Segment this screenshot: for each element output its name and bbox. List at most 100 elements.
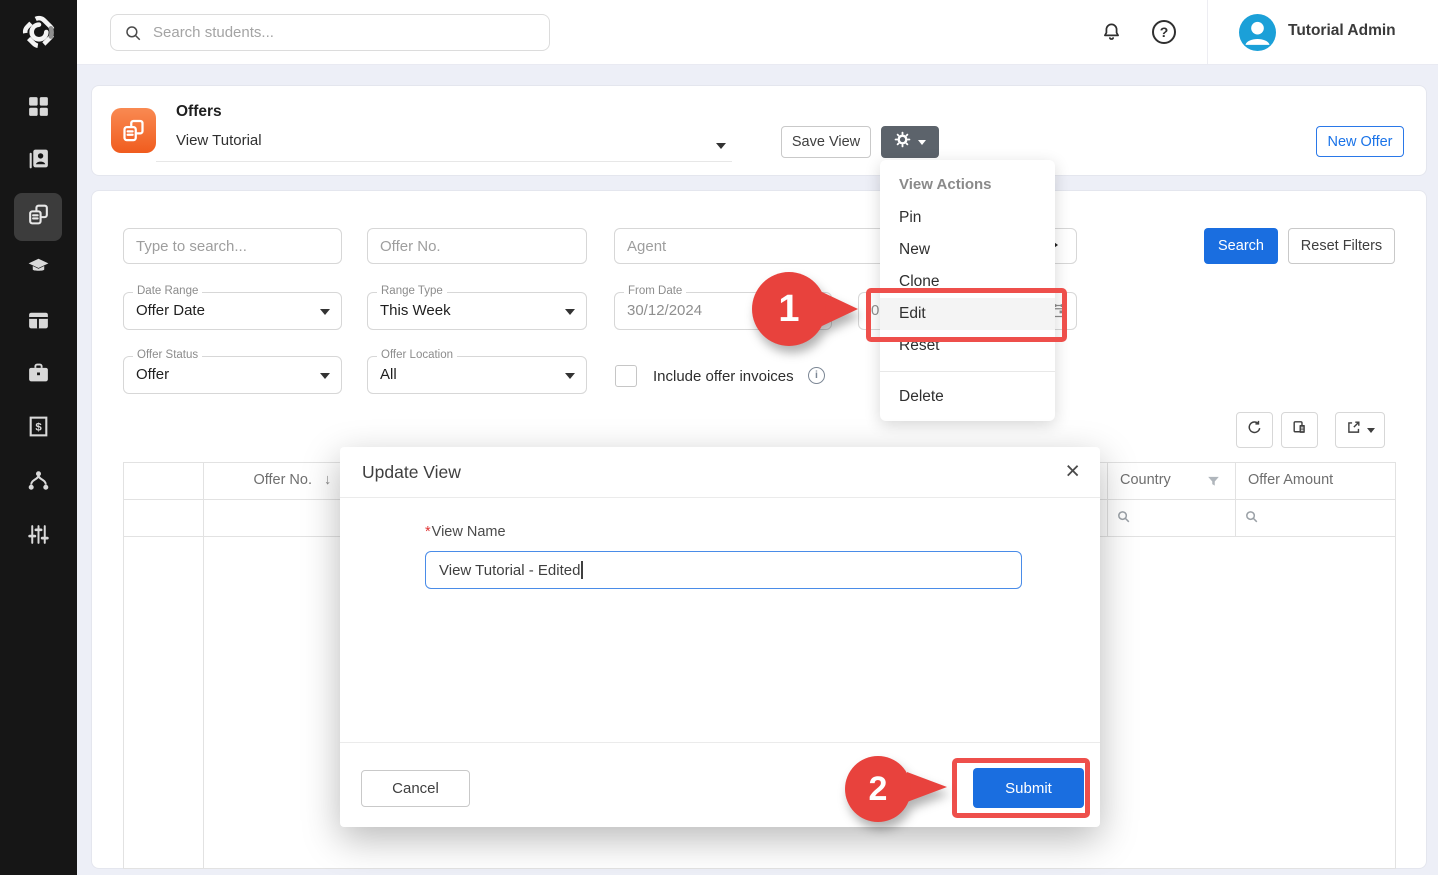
sidebar-item-jobs[interactable] — [14, 351, 62, 399]
search-button[interactable]: Search — [1204, 228, 1278, 264]
avatar[interactable] — [1239, 14, 1276, 51]
view-selector[interactable]: View Tutorial — [176, 132, 262, 149]
info-icon[interactable]: i — [808, 367, 825, 384]
step2-pointer: 2 — [845, 752, 951, 826]
copy-columns-button[interactable] — [1281, 412, 1318, 448]
step2-highlight-box — [952, 758, 1090, 818]
view-actions-button[interactable] — [881, 126, 939, 158]
refresh-button[interactable] — [1236, 412, 1273, 448]
offer-location-value: All — [380, 366, 397, 383]
range-type-select[interactable]: Range Type This Week — [367, 292, 587, 330]
page-title: Offers — [176, 103, 222, 121]
app-root: $ ? Tutorial Admin Offers Vie — [0, 0, 1438, 875]
invoice-icon: $ — [26, 414, 51, 444]
offers-module-icon — [111, 108, 156, 153]
date-range-select[interactable]: Date Range Offer Date — [123, 292, 342, 330]
save-view-button[interactable]: Save View — [781, 126, 871, 158]
chevron-down-icon[interactable] — [716, 143, 726, 149]
from-date-value: 30/12/2024 — [627, 302, 702, 319]
include-invoices-label: Include offer invoices — [653, 368, 794, 385]
offer-location-select[interactable]: Offer Location All — [367, 356, 587, 394]
keyword-search-input[interactable] — [123, 228, 342, 264]
app-logo[interactable] — [17, 10, 61, 54]
step1-highlight-box — [866, 288, 1067, 342]
pointer-tail — [822, 292, 858, 326]
pointer-tail — [907, 772, 947, 802]
date-range-label: Date Range — [133, 285, 202, 297]
menu-item-delete[interactable]: Delete — [880, 381, 1055, 413]
cancel-button[interactable]: Cancel — [361, 770, 470, 807]
required-asterisk: * — [425, 524, 431, 540]
filter-funnel-icon[interactable] — [1206, 474, 1221, 494]
dashboard-icon — [26, 94, 51, 124]
offer-status-value: Offer — [136, 366, 169, 383]
offer-status-select[interactable]: Offer Status Offer — [123, 356, 342, 394]
view-name-value: View Tutorial - Edited — [439, 562, 580, 579]
include-invoices-checkbox[interactable] — [615, 365, 637, 387]
view-name-input[interactable]: View Tutorial - Edited — [425, 551, 1022, 589]
topbar: ? Tutorial Admin — [77, 0, 1438, 65]
export-icon — [1345, 419, 1362, 441]
offer-no-input[interactable] — [367, 228, 587, 264]
chevron-down-icon — [565, 309, 575, 315]
text-cursor — [581, 561, 583, 579]
chevron-down-icon — [1367, 428, 1375, 433]
offer-location-label: Offer Location — [377, 349, 457, 361]
layout-icon — [26, 308, 51, 338]
sidebar-item-board[interactable] — [14, 299, 62, 347]
menu-header: View Actions — [880, 168, 1055, 202]
sidebar-item-network[interactable] — [14, 459, 62, 507]
students-icon — [26, 146, 51, 176]
reset-filters-button[interactable]: Reset Filters — [1288, 228, 1395, 264]
range-type-value: This Week — [380, 302, 451, 319]
table-col-border — [1107, 463, 1108, 536]
sliders-icon — [26, 522, 51, 552]
gear-icon — [894, 131, 911, 153]
column-header-offer-amount[interactable]: Offer Amount — [1248, 472, 1333, 488]
menu-item-new[interactable]: New — [880, 234, 1055, 266]
from-date-label: From Date — [624, 285, 686, 297]
sort-descending-icon[interactable]: ↓ — [324, 472, 331, 488]
column-search-icon[interactable] — [1116, 509, 1131, 524]
graduation-cap-icon — [26, 254, 51, 284]
column-header-country[interactable]: Country — [1120, 472, 1171, 488]
export-button[interactable] — [1335, 412, 1385, 448]
search-input[interactable] — [151, 15, 541, 50]
modal-footer-divider — [340, 742, 1100, 743]
table-col-border — [1235, 463, 1236, 536]
menu-divider — [880, 371, 1055, 372]
view-name-label: *View Name — [425, 524, 506, 540]
network-icon — [26, 468, 51, 498]
bell-icon[interactable] — [1100, 21, 1123, 44]
sidebar: $ — [0, 0, 77, 875]
sidebar-item-dashboard[interactable] — [14, 85, 62, 133]
date-range-value: Offer Date — [136, 302, 205, 319]
copy-icon — [1291, 419, 1308, 441]
column-header-offer-no[interactable]: Offer No. — [232, 472, 312, 488]
sidebar-item-invoices[interactable]: $ — [14, 405, 62, 453]
sidebar-item-offers[interactable] — [14, 193, 62, 241]
help-icon[interactable]: ? — [1152, 20, 1176, 44]
range-type-label: Range Type — [377, 285, 447, 297]
sidebar-item-settings[interactable] — [14, 513, 62, 561]
close-icon[interactable]: × — [1065, 455, 1080, 487]
global-search[interactable] — [110, 14, 550, 51]
chevron-down-icon — [565, 373, 575, 379]
sidebar-item-students[interactable] — [14, 137, 62, 185]
step1-number: 1 — [752, 272, 826, 346]
refresh-icon — [1246, 419, 1263, 441]
modal-header-divider — [340, 497, 1100, 498]
step2-number: 2 — [845, 756, 911, 822]
topbar-divider — [1207, 0, 1208, 64]
user-name[interactable]: Tutorial Admin — [1288, 22, 1396, 40]
view-name-label-text: View Name — [432, 524, 506, 540]
menu-item-pin[interactable]: Pin — [880, 202, 1055, 234]
chevron-down-icon — [320, 373, 330, 379]
briefcase-icon — [26, 360, 51, 390]
page-header-card: Offers View Tutorial Save View New Offer — [91, 85, 1427, 176]
column-search-icon[interactable] — [1244, 509, 1259, 524]
chevron-down-icon — [320, 309, 330, 315]
new-offer-button[interactable]: New Offer — [1316, 126, 1404, 157]
sidebar-item-courses[interactable] — [14, 245, 62, 293]
modal-title: Update View — [362, 462, 461, 483]
